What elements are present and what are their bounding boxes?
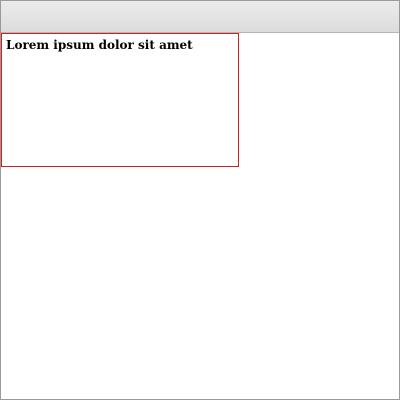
title-bar[interactable] bbox=[1, 1, 399, 33]
text-box[interactable]: Lorem ipsum dolor sit amet bbox=[1, 33, 239, 167]
app-window: Lorem ipsum dolor sit amet bbox=[0, 0, 400, 400]
text-box-label: Lorem ipsum dolor sit amet bbox=[6, 38, 193, 52]
content-area: Lorem ipsum dolor sit amet bbox=[1, 33, 399, 399]
